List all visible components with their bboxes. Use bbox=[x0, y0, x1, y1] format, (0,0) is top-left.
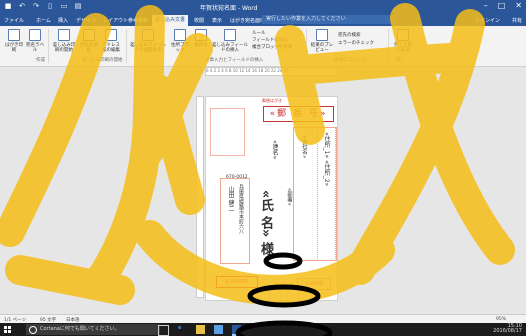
start-merge-button[interactable]: 差し込み印刷の開始 bbox=[52, 29, 76, 53]
amount-left-field[interactable]: 0.0000円 bbox=[216, 276, 258, 288]
open-icon[interactable]: ▭ bbox=[60, 2, 68, 10]
postal-code-field[interactable]: «郵 番 号» bbox=[263, 106, 334, 122]
close-icon[interactable]: ✕ bbox=[515, 1, 522, 10]
separator bbox=[306, 29, 307, 63]
share-button[interactable]: 共有 bbox=[512, 17, 522, 24]
title-bar: ■ ↶ ↷ ▯ ▭ ▤ 年賀状宛名面 - Word – □ ✕ bbox=[0, 0, 526, 14]
tab-design[interactable]: デザイン bbox=[76, 17, 96, 24]
highlight-fields-button[interactable]: 差し込みフィールドの強調表示 bbox=[130, 29, 166, 53]
group-create: 作成 bbox=[36, 58, 45, 63]
separator bbox=[126, 29, 127, 63]
print-icon[interactable]: ▤ bbox=[74, 2, 82, 10]
select-recipients-button[interactable]: 宛先の選択 bbox=[80, 29, 98, 53]
highlight-icon bbox=[142, 29, 154, 41]
greeting-icon bbox=[195, 29, 207, 41]
rules-button[interactable]: ルール bbox=[252, 30, 293, 37]
match-fields-button[interactable]: フィールドの対応 bbox=[252, 37, 293, 44]
system-tray[interactable]: 15:10 2016/08/17 bbox=[493, 324, 522, 334]
merge-field-icon bbox=[224, 29, 236, 41]
cortana-icon bbox=[29, 326, 37, 334]
merge-icon bbox=[58, 29, 70, 41]
preview-icon bbox=[316, 29, 328, 41]
undo-icon[interactable]: ↶ bbox=[18, 2, 26, 10]
honor-field[interactable]: «連名» bbox=[270, 140, 279, 159]
group-preview: 結果のプレビュー bbox=[334, 58, 370, 63]
stamp-area bbox=[210, 108, 245, 156]
company-field[interactable]: «会社名» bbox=[300, 135, 308, 158]
tab-home[interactable]: ホーム bbox=[36, 17, 51, 24]
tab-references[interactable]: 参考資料 bbox=[128, 17, 148, 24]
explorer-icon[interactable] bbox=[196, 325, 205, 334]
address-field[interactable]: «住所_1» «住所_2» bbox=[322, 132, 331, 186]
task-view-icon[interactable] bbox=[158, 325, 169, 336]
recipients-icon bbox=[83, 29, 95, 41]
update-labels-button[interactable]: 複合ブロックの更新 bbox=[252, 44, 293, 51]
tab-insert[interactable]: 挿入 bbox=[58, 17, 68, 24]
finish-icon bbox=[397, 29, 409, 41]
store-icon[interactable] bbox=[214, 325, 223, 334]
recipient-name-field[interactable]: «氏 名» 様 bbox=[256, 190, 275, 255]
finish-merge-button[interactable]: 完了と差し込み bbox=[392, 29, 414, 53]
ribbon-tabs: ファイル ホーム 挿入 デザイン レイアウト 参考資料 差し込み文書 校閲 表示… bbox=[0, 14, 526, 26]
zoom-level[interactable]: 95% bbox=[496, 317, 506, 322]
windows-start-icon[interactable] bbox=[4, 326, 11, 333]
sender-box bbox=[220, 178, 250, 264]
tell-me-search[interactable]: 実行したい作業を入力してください bbox=[262, 15, 396, 24]
horizontal-ruler: 6 4 2 2 4 6 8 10 12 14 16 18 20 22 24 26 bbox=[205, 67, 338, 76]
sender-name[interactable]: 山田 健二 bbox=[226, 186, 235, 212]
ribbon: はがき印刷 宛名ラベル 差し込み印刷の開始 宛先の選択 アドレス帳の編集 差し込… bbox=[0, 26, 526, 67]
cortana-search[interactable]: Cortanaに何でも聞いてください。 bbox=[26, 324, 160, 335]
quick-access-toolbar: ■ ↶ ↷ ▯ ▭ ▤ bbox=[4, 2, 82, 10]
insert-merge-field-button[interactable]: 差し込みフィールドの挿入 bbox=[212, 29, 248, 53]
preview-results-button[interactable]: 結果のプレビュー bbox=[310, 29, 334, 53]
edge-icon[interactable]: e bbox=[178, 325, 187, 334]
save-icon[interactable]: ■ bbox=[4, 2, 12, 10]
redo-icon[interactable]: ↷ bbox=[32, 2, 40, 10]
sender-address[interactable]: 兵庫県姫路市本町六八 bbox=[238, 184, 245, 234]
window-title: 年賀状宛名面 - Word bbox=[200, 5, 258, 12]
group-finish: 完了 bbox=[396, 58, 405, 63]
separator bbox=[48, 29, 49, 63]
vertical-ruler bbox=[196, 96, 204, 298]
tab-mailings[interactable]: 差し込み文書 bbox=[152, 15, 189, 26]
tab-review[interactable]: 校閲 bbox=[194, 17, 204, 24]
amount-right-field[interactable]: 0.0000 bbox=[297, 278, 331, 290]
tab-layout[interactable]: レイアウト bbox=[103, 17, 128, 24]
taskbar: Cortanaに何でも聞いてください。 e 15:10 2016/08/17 bbox=[0, 323, 526, 336]
rules-group: ルール フィールドの対応 複合ブロックの更新 bbox=[252, 30, 293, 51]
group-write-insert: 文章入力とフィールドの挿入 bbox=[205, 58, 264, 63]
postcard-icon bbox=[8, 29, 20, 41]
maximize-icon[interactable]: □ bbox=[498, 1, 506, 10]
preview-group: 宛先の検索 エラーのチェック bbox=[338, 32, 374, 48]
clock-date: 2016/08/17 bbox=[493, 328, 522, 334]
postal-label: 郵便はがき bbox=[262, 98, 282, 103]
labels-button[interactable]: 宛名ラベル bbox=[26, 29, 44, 53]
labels-icon bbox=[29, 29, 41, 41]
postcard-print-button[interactable]: はがき印刷 bbox=[4, 29, 24, 53]
tab-view[interactable]: 表示 bbox=[212, 17, 222, 24]
new-doc-icon[interactable]: ▯ bbox=[46, 2, 54, 10]
taskbar-apps: e bbox=[158, 325, 241, 336]
address-block-icon bbox=[174, 29, 186, 41]
find-recipient-button[interactable]: 宛先の検索 bbox=[338, 32, 374, 40]
group-start-merge: 差し込み印刷の開始 bbox=[82, 58, 123, 63]
dept-field[interactable]: «部署» bbox=[285, 188, 293, 206]
address-block-button[interactable]: 住所ブロック bbox=[170, 29, 190, 53]
check-errors-button[interactable]: エラーのチェック bbox=[338, 40, 374, 48]
address-book-icon bbox=[105, 29, 117, 41]
separator bbox=[388, 29, 389, 63]
greeting-line-button[interactable]: 挨拶文 bbox=[192, 29, 210, 48]
edit-address-book-button[interactable]: アドレス帳の編集 bbox=[100, 29, 122, 53]
signin-link[interactable]: サインイン bbox=[475, 17, 500, 24]
tab-file[interactable]: ファイル bbox=[4, 17, 24, 24]
minimize-icon[interactable]: – bbox=[484, 1, 488, 10]
word-icon[interactable] bbox=[232, 325, 241, 336]
